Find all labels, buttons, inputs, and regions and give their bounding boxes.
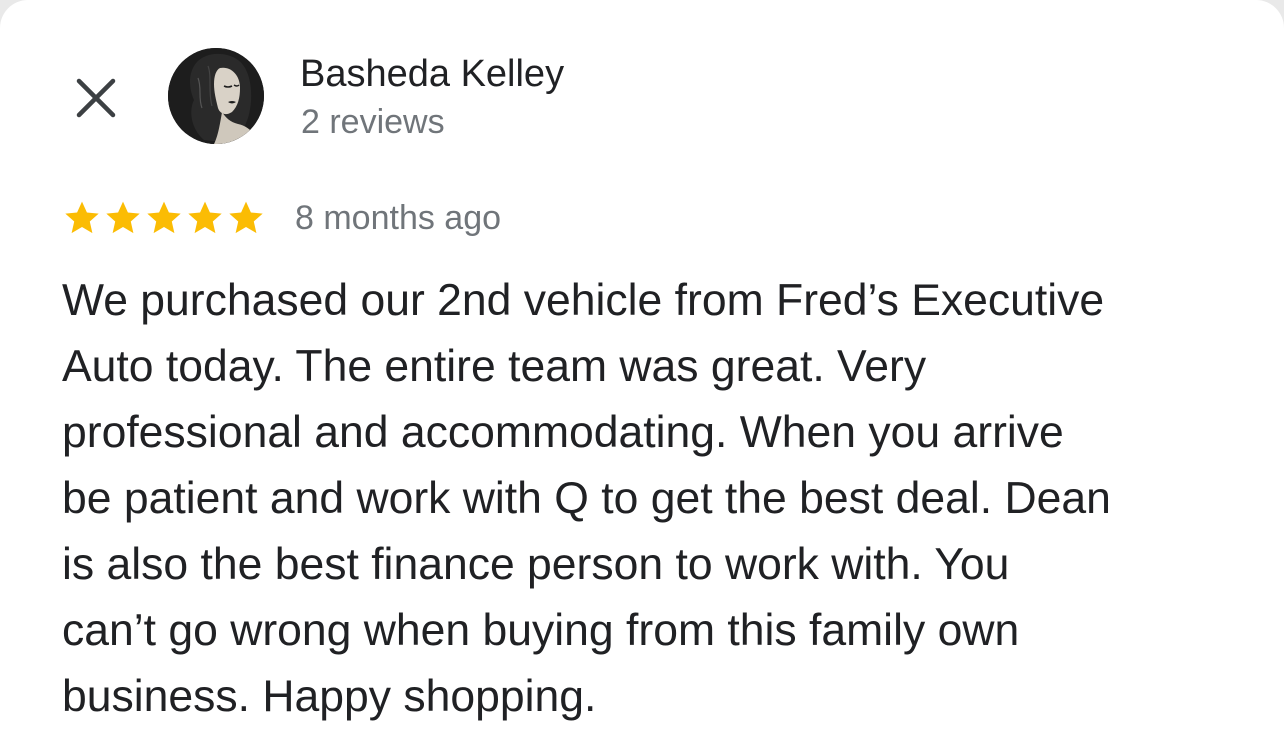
close-button[interactable] [68, 70, 124, 126]
review-dialog: Basheda Kelley 2 reviews 8 months ago We… [0, 0, 1284, 754]
avatar[interactable] [168, 48, 264, 144]
rating-row: 8 months ago [62, 196, 501, 240]
avatar-portrait-icon [168, 48, 264, 144]
reviewer-review-count: 2 reviews [301, 103, 445, 141]
review-time: 8 months ago [295, 199, 502, 237]
star-icon [188, 201, 222, 234]
star-rating [62, 198, 267, 238]
reviewer-name[interactable]: Basheda Kelley [300, 52, 564, 96]
review-text: We purchased our 2nd vehicle from Fred’s… [62, 276, 1111, 721]
star-icon [147, 201, 181, 234]
star-icon [106, 201, 140, 234]
star-icon [229, 201, 263, 234]
close-icon [76, 78, 116, 118]
star-icon [65, 201, 99, 234]
